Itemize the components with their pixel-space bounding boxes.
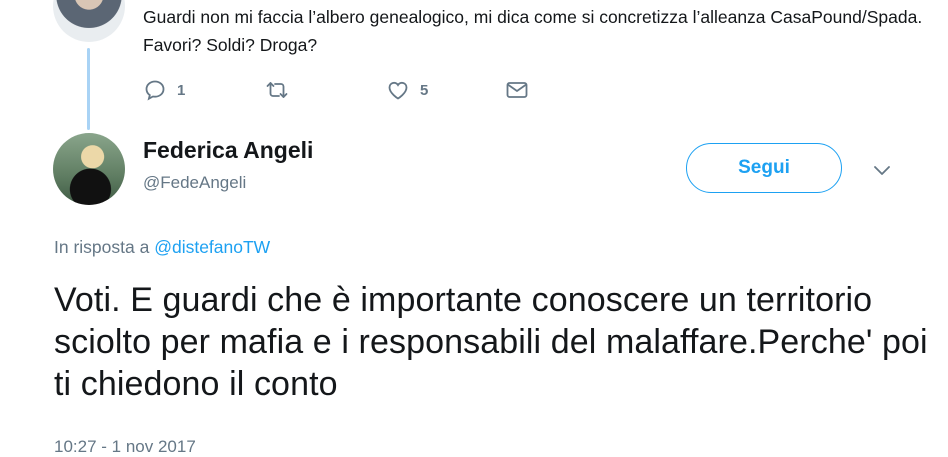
envelope-icon [506, 82, 528, 98]
reply-count: 1 [177, 81, 186, 99]
like-button[interactable]: 5 [386, 78, 428, 102]
previous-tweet-text: Guardi non mi faccia l’albero genealogic… [143, 7, 923, 55]
tweet-text: Voti. E guardi che è importante conoscer… [54, 281, 928, 403]
retweet-icon [266, 82, 288, 98]
direct-message-button[interactable] [505, 78, 529, 102]
author-handle[interactable]: @FedeAngeli [143, 173, 246, 193]
chevron-down-icon[interactable] [872, 160, 892, 180]
reply-prefix: In risposta a [54, 237, 150, 257]
retweet-button[interactable] [265, 78, 289, 102]
like-count: 5 [420, 81, 429, 99]
reply-icon [145, 80, 165, 101]
follow-button[interactable]: Segui [686, 143, 842, 193]
reply-context: In risposta a @distefanoTW [54, 237, 270, 258]
thread-connector-line [87, 48, 90, 130]
heart-icon [388, 81, 408, 100]
tweet-timestamp[interactable]: 10:27 - 1 nov 2017 [54, 437, 196, 457]
author-name[interactable]: Federica Angeli [143, 137, 313, 164]
previous-author-avatar[interactable] [53, 0, 125, 42]
reply-button[interactable]: 1 [143, 78, 185, 102]
author-avatar[interactable] [53, 133, 125, 205]
reply-mention-link[interactable]: @distefanoTW [154, 237, 270, 257]
